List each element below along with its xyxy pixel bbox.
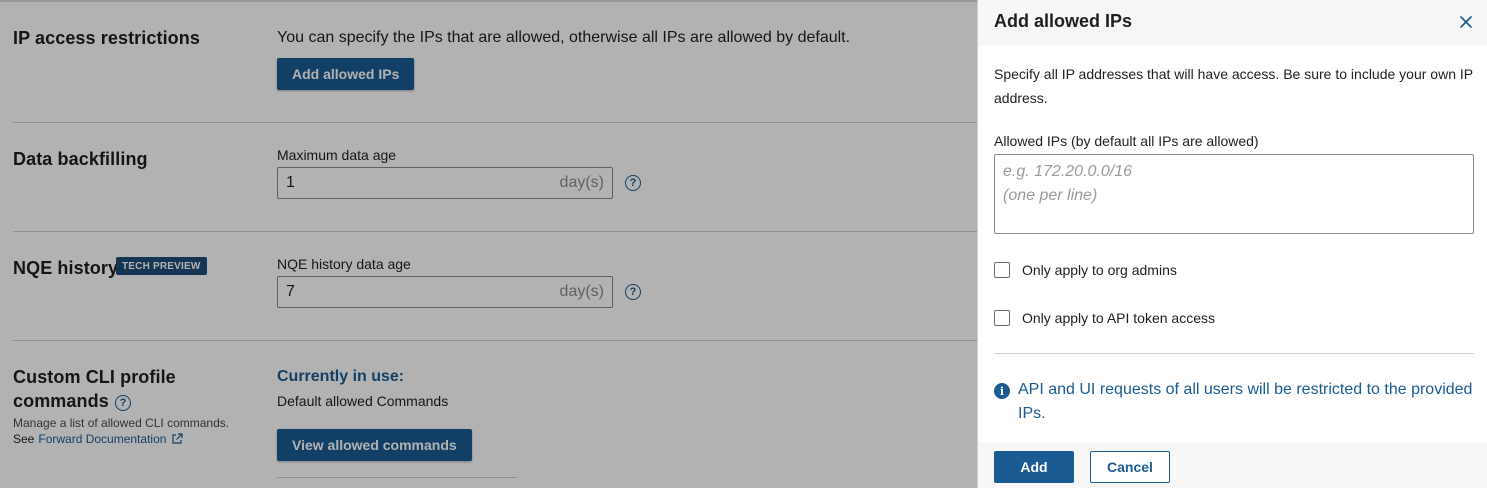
max-data-age-unit: day(s) xyxy=(559,174,604,191)
add-allowed-ips-button[interactable]: Add allowed IPs xyxy=(277,58,415,90)
nqe-history-age-unit: day(s) xyxy=(559,283,604,300)
info-notice-text: API and UI requests of all users will be… xyxy=(1018,381,1473,422)
max-data-age-value: 1 xyxy=(286,174,295,191)
cancel-button[interactable]: Cancel xyxy=(1090,451,1170,483)
org-admins-label[interactable]: Only apply to org admins xyxy=(1022,262,1177,278)
add-allowed-ips-dialog: Add allowed IPs Specify all IP addresses… xyxy=(977,0,1487,488)
section-divider xyxy=(277,477,517,478)
allowed-ips-label: Allowed IPs (by default all IPs are allo… xyxy=(994,133,1259,149)
dialog-description: Specify all IP addresses that will have … xyxy=(994,66,1473,106)
org-admins-checkbox[interactable] xyxy=(994,262,1010,278)
modal-overlay[interactable] xyxy=(0,0,977,488)
ip-restrictions-title: IP access restrictions xyxy=(13,28,200,48)
nqe-history-age-label: NQE history data age xyxy=(277,256,411,272)
external-link-icon[interactable] xyxy=(171,433,184,445)
cli-profile-title-line1: Custom CLI profile xyxy=(13,367,176,387)
nqe-history-age-input[interactable]: 7 day(s) xyxy=(277,276,613,308)
api-token-option[interactable]: Only apply to API token access xyxy=(994,310,1215,326)
section-divider xyxy=(13,340,977,341)
data-backfilling-title: Data backfilling xyxy=(13,149,148,169)
section-divider xyxy=(13,231,977,232)
see-prefix: See xyxy=(13,432,35,446)
allowed-ips-textarea[interactable] xyxy=(994,154,1474,234)
top-divider xyxy=(0,0,977,2)
add-button[interactable]: Add xyxy=(994,451,1074,483)
nqe-history-age-value: 7 xyxy=(286,283,295,300)
api-token-label[interactable]: Only apply to API token access xyxy=(1022,310,1215,326)
doc-link-row: See Forward Documentation xyxy=(13,432,184,446)
help-icon[interactable]: ? xyxy=(115,395,131,411)
forward-documentation-link[interactable]: Forward Documentation xyxy=(38,432,166,446)
max-data-age-label: Maximum data age xyxy=(277,147,397,163)
dialog-footer: Add Cancel xyxy=(978,442,1487,488)
view-allowed-commands-button[interactable]: View allowed commands xyxy=(277,429,472,461)
max-data-age-input[interactable]: 1 day(s) xyxy=(277,167,613,199)
currently-in-use-label: Currently in use: xyxy=(277,368,405,385)
ip-restrictions-description: You can specify the IPs that are allowed… xyxy=(277,29,851,46)
cli-profile-subtext: Manage a list of allowed CLI commands. xyxy=(13,416,230,430)
currently-in-use-value: Default allowed Commands xyxy=(277,393,449,409)
api-token-checkbox[interactable] xyxy=(994,310,1010,326)
settings-page: IP access restrictions You can specify t… xyxy=(0,0,977,488)
help-icon[interactable]: ? xyxy=(625,284,641,300)
close-icon[interactable] xyxy=(1458,14,1474,30)
dialog-header: Add allowed IPs xyxy=(978,0,1487,46)
org-admins-option[interactable]: Only apply to org admins xyxy=(994,262,1177,278)
help-icon[interactable]: ? xyxy=(625,175,641,191)
tech-preview-badge: TECH PREVIEW xyxy=(116,257,207,275)
dialog-divider xyxy=(994,353,1474,354)
info-icon: i xyxy=(994,383,1010,399)
cli-profile-title-line2: commands xyxy=(13,391,109,411)
dialog-title: Add allowed IPs xyxy=(994,11,1133,31)
nqe-history-title: NQE history xyxy=(13,258,119,278)
info-notice: i API and UI requests of all users will … xyxy=(994,378,1478,426)
section-divider xyxy=(13,122,977,123)
